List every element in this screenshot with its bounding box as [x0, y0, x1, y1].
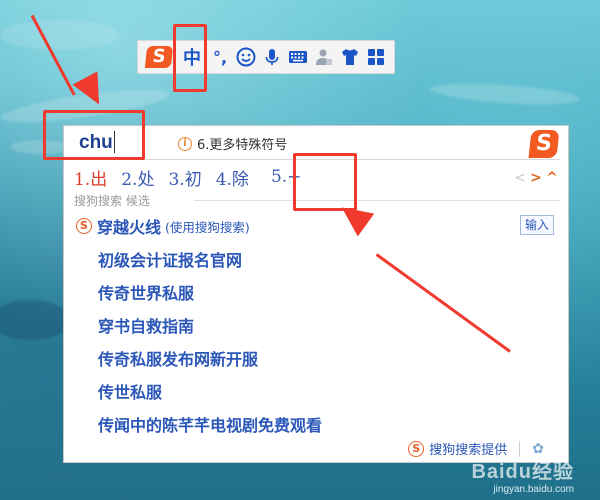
input-button[interactable]: 输入 [520, 215, 554, 235]
candidate-list: 1.出 2.处 3.初 4.除 5.÷ [74, 164, 315, 190]
tshirt-icon[interactable] [338, 43, 362, 71]
punctuation-mode-toggle[interactable]: °, [208, 43, 232, 71]
sogou-search-icon: S [408, 440, 425, 457]
sogou-logo[interactable]: S [142, 44, 176, 70]
watermark-url: jingyan.baidu.com [493, 484, 574, 495]
keyboard-icon[interactable] [286, 43, 310, 71]
sogou-logo: S [528, 130, 560, 160]
water-ripple [0, 300, 70, 340]
info-icon: i [178, 136, 192, 151]
candidate-2[interactable]: 2.处 [121, 165, 154, 190]
candidate-1[interactable]: 1.出 [74, 165, 107, 190]
candidate-pager: < > ^ [512, 170, 560, 186]
sogou-search-icon: S [76, 218, 92, 234]
hint-text: 6.更多特殊符号 [197, 138, 288, 153]
chevron-right-icon[interactable]: > [528, 170, 544, 186]
user-skin-icon[interactable] [312, 43, 336, 71]
special-symbols-hint[interactable]: i 6.更多特殊符号 [178, 134, 287, 153]
search-result-item[interactable]: 传奇私服发布网新开服 [98, 343, 322, 376]
baidu-jingyan-watermark: Baidu经验 jingyan.baidu.com [471, 455, 574, 495]
annotation-box-pinyin [43, 110, 145, 160]
search-results: 初级会计证报名官网 传奇世界私服 穿书自救指南 传奇私服发布网新开服 传世私服 … [98, 244, 322, 442]
sogou-logo-letter: S [528, 130, 560, 158]
annotation-box-lang-mode [173, 24, 207, 92]
chevron-up-icon[interactable]: ^ [544, 170, 560, 186]
chevron-left-icon[interactable]: < [512, 170, 528, 186]
microphone-icon[interactable] [260, 43, 284, 71]
sogou-logo-letter: S [144, 46, 174, 68]
search-suggestion-subtitle: (使用搜狗搜索) [165, 219, 250, 235]
water-ripple [429, 79, 581, 109]
watermark-brand: Baidu经验 [471, 461, 574, 483]
search-result-item[interactable]: 传世私服 [98, 376, 322, 409]
divider [194, 200, 560, 201]
search-result-item[interactable]: 传闻中的陈芊芊电视剧免费观看 [98, 409, 322, 442]
water-ripple [0, 20, 120, 50]
search-suggestion-title[interactable]: 穿越火线 [97, 214, 161, 238]
search-result-item[interactable]: 初级会计证报名官网 [98, 244, 322, 277]
section-label: 搜狗搜索 候选 [74, 194, 150, 208]
search-result-item[interactable]: 传奇世界私服 [98, 277, 322, 310]
search-suggestion-header[interactable]: S 穿越火线 (使用搜狗搜索) [76, 214, 250, 238]
candidate-3[interactable]: 3.初 [168, 165, 201, 190]
grid-tools-icon[interactable] [364, 43, 388, 71]
candidate-4[interactable]: 4.除 [216, 165, 249, 190]
search-result-item[interactable]: 穿书自救指南 [98, 310, 322, 343]
smiley-icon[interactable] [234, 43, 258, 71]
